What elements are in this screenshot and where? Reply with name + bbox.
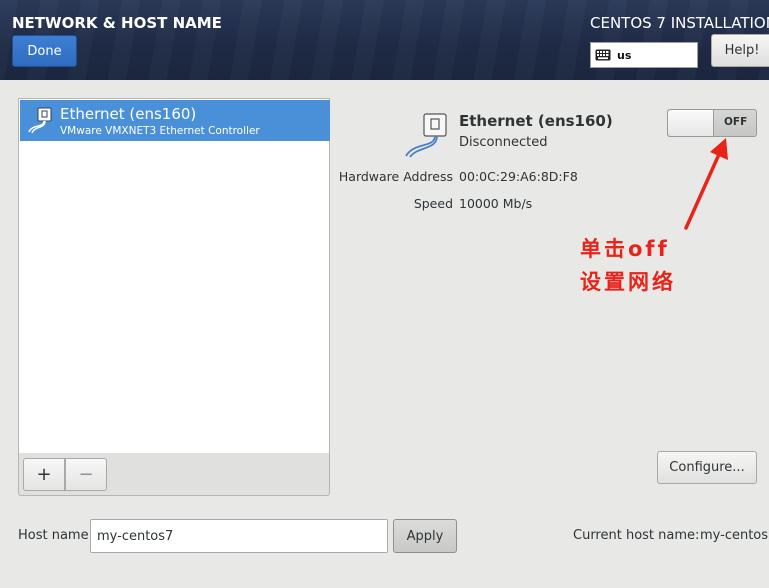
add-device-button[interactable]: +: [23, 458, 65, 491]
host-name-input[interactable]: [90, 519, 388, 553]
device-list-item[interactable]: Ethernet (ens160) VMware VMXNET3 Etherne…: [20, 100, 330, 141]
device-detail-name: Ethernet (ens160): [459, 112, 613, 130]
ethernet-icon: [28, 107, 52, 134]
configure-button[interactable]: Configure...: [657, 451, 757, 484]
speed-label: Speed: [413, 196, 453, 211]
hardware-address-value: 00:0C:29:A6:8D:F8: [459, 169, 578, 184]
remove-device-button[interactable]: −: [65, 458, 107, 491]
keyboard-layout-indicator[interactable]: us: [590, 42, 698, 68]
connection-toggle[interactable]: OFF: [667, 109, 757, 137]
toggle-state-label: OFF: [724, 116, 748, 128]
header-bar: NETWORK & HOST NAME Done CENTOS 7 INSTAL…: [0, 0, 769, 80]
annotation-line-2: 设置网络: [580, 270, 676, 294]
device-name: Ethernet (ens160): [60, 105, 197, 123]
toggle-knob[interactable]: [668, 110, 714, 136]
device-list-toolbar: + −: [18, 453, 330, 496]
page-title: NETWORK & HOST NAME: [12, 14, 222, 32]
annotation-line-1: 单击off: [580, 237, 670, 261]
ethernet-icon: [405, 113, 447, 158]
done-button[interactable]: Done: [12, 35, 77, 67]
apply-button[interactable]: Apply: [393, 519, 457, 553]
host-name-label: Host name:: [18, 528, 93, 543]
connection-status: Disconnected: [459, 135, 548, 150]
speed-value: 10000 Mb/s: [459, 196, 533, 211]
help-button[interactable]: Help!: [711, 34, 769, 67]
annotation-arrow: [684, 138, 728, 230]
keyboard-icon: [595, 49, 611, 61]
current-host-name-value: my-centos7: [700, 528, 769, 543]
device-description: VMware VMXNET3 Ethernet Controller: [60, 125, 260, 137]
installation-title: CENTOS 7 INSTALLATION: [590, 14, 769, 32]
current-host-name-label: Current host name:: [573, 528, 700, 543]
hardware-address-label: Hardware Address: [338, 169, 453, 184]
keyboard-layout-label: us: [617, 48, 632, 62]
device-list: Ethernet (ens160) VMware VMXNET3 Etherne…: [18, 98, 330, 454]
